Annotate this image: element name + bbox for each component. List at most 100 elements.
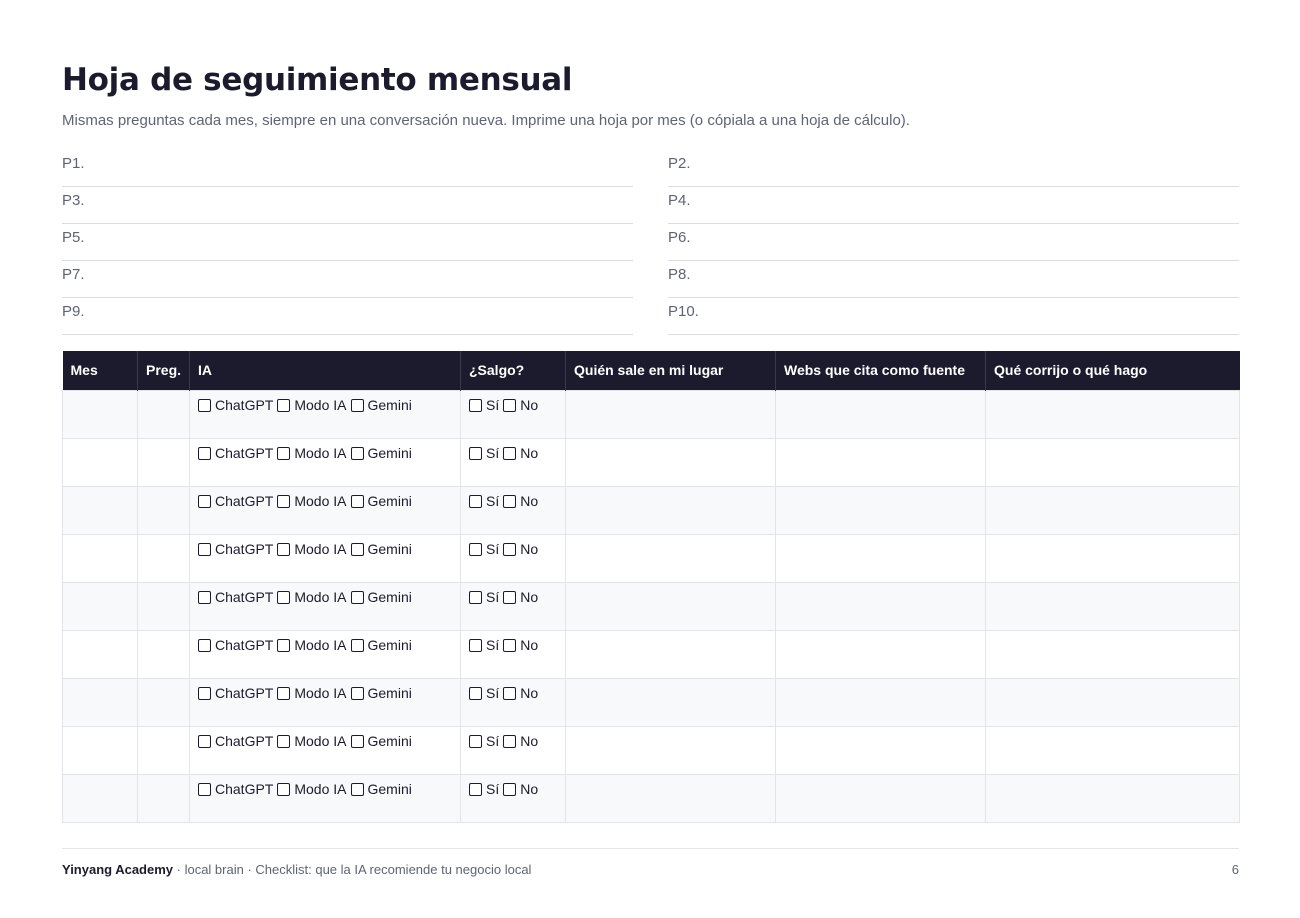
- checkbox[interactable]: [277, 782, 291, 796]
- cell-preg[interactable]: [137, 485, 190, 535]
- checkbox[interactable]: [350, 590, 364, 604]
- checkbox[interactable]: [469, 734, 482, 748]
- cell-que-corrijo[interactable]: [985, 485, 1240, 535]
- checkbox[interactable]: [198, 734, 211, 748]
- checkbox[interactable]: [198, 494, 211, 508]
- checkbox[interactable]: [469, 638, 482, 652]
- cell-que-corrijo[interactable]: [985, 581, 1240, 631]
- cell-preg[interactable]: [137, 437, 190, 487]
- checkbox[interactable]: [469, 590, 482, 604]
- checkbox[interactable]: [198, 782, 211, 796]
- cell-webs-fuente[interactable]: [775, 773, 986, 823]
- cell-webs-fuente[interactable]: [775, 389, 986, 439]
- checkbox[interactable]: [277, 446, 291, 460]
- cell-preg[interactable]: [137, 725, 190, 775]
- cell-quien-sale[interactable]: [565, 389, 776, 439]
- cell-quien-sale[interactable]: [565, 773, 776, 823]
- cell-que-corrijo[interactable]: [985, 437, 1240, 487]
- cell-mes[interactable]: [62, 629, 138, 679]
- checkbox[interactable]: [503, 398, 517, 412]
- checkbox[interactable]: [503, 686, 517, 700]
- cell-webs-fuente[interactable]: [775, 629, 986, 679]
- cell-mes[interactable]: [62, 389, 138, 439]
- checkbox[interactable]: [469, 686, 482, 700]
- checkbox[interactable]: [469, 398, 482, 412]
- cell-preg[interactable]: [137, 773, 190, 823]
- checkbox[interactable]: [503, 542, 517, 556]
- cell-quien-sale[interactable]: [565, 629, 776, 679]
- checkbox[interactable]: [350, 686, 364, 700]
- cell-webs-fuente[interactable]: [775, 437, 986, 487]
- cell-mes[interactable]: [62, 773, 138, 823]
- cell-mes[interactable]: [62, 485, 138, 535]
- cell-que-corrijo[interactable]: [985, 533, 1240, 583]
- checkbox[interactable]: [277, 542, 291, 556]
- cell-webs-fuente[interactable]: [775, 581, 986, 631]
- cell-quien-sale[interactable]: [565, 533, 776, 583]
- checkbox[interactable]: [350, 782, 364, 796]
- question-line-p2[interactable]: P2.: [668, 150, 1239, 187]
- cell-mes[interactable]: [62, 725, 138, 775]
- question-line-p4[interactable]: P4.: [668, 187, 1239, 224]
- question-line-p6[interactable]: P6.: [668, 224, 1239, 261]
- cell-mes[interactable]: [62, 437, 138, 487]
- checkbox[interactable]: [350, 398, 364, 412]
- question-line-p1[interactable]: P1.: [62, 150, 633, 187]
- checkbox[interactable]: [503, 638, 517, 652]
- checkbox[interactable]: [198, 590, 211, 604]
- cell-preg[interactable]: [137, 581, 190, 631]
- cell-mes[interactable]: [62, 677, 138, 727]
- checkbox[interactable]: [350, 542, 364, 556]
- question-line-p5[interactable]: P5.: [62, 224, 633, 261]
- checkbox[interactable]: [277, 638, 291, 652]
- cell-preg[interactable]: [137, 389, 190, 439]
- checkbox[interactable]: [277, 398, 291, 412]
- checkbox[interactable]: [350, 734, 364, 748]
- cell-que-corrijo[interactable]: [985, 389, 1240, 439]
- cell-quien-sale[interactable]: [565, 725, 776, 775]
- cell-preg[interactable]: [137, 677, 190, 727]
- cell-quien-sale[interactable]: [565, 581, 776, 631]
- cell-mes[interactable]: [62, 533, 138, 583]
- checkbox[interactable]: [469, 446, 482, 460]
- checkbox[interactable]: [198, 686, 211, 700]
- cell-quien-sale[interactable]: [565, 485, 776, 535]
- question-line-p8[interactable]: P8.: [668, 261, 1239, 298]
- cell-preg[interactable]: [137, 533, 190, 583]
- cell-quien-sale[interactable]: [565, 437, 776, 487]
- checkbox[interactable]: [503, 734, 517, 748]
- checkbox[interactable]: [350, 494, 364, 508]
- checkbox[interactable]: [198, 542, 211, 556]
- cell-que-corrijo[interactable]: [985, 773, 1240, 823]
- checkbox[interactable]: [350, 446, 364, 460]
- cell-webs-fuente[interactable]: [775, 485, 986, 535]
- checkbox[interactable]: [277, 590, 291, 604]
- checkbox[interactable]: [277, 686, 291, 700]
- question-line-p9[interactable]: P9.: [62, 298, 633, 335]
- cell-que-corrijo[interactable]: [985, 629, 1240, 679]
- question-line-p10[interactable]: P10.: [668, 298, 1239, 335]
- checkbox[interactable]: [469, 782, 482, 796]
- checkbox[interactable]: [503, 446, 517, 460]
- cell-webs-fuente[interactable]: [775, 725, 986, 775]
- checkbox[interactable]: [469, 542, 482, 556]
- cell-webs-fuente[interactable]: [775, 677, 986, 727]
- checkbox[interactable]: [503, 494, 517, 508]
- checkbox[interactable]: [198, 398, 211, 412]
- question-line-p3[interactable]: P3.: [62, 187, 633, 224]
- cell-preg[interactable]: [137, 629, 190, 679]
- cell-que-corrijo[interactable]: [985, 725, 1240, 775]
- checkbox[interactable]: [198, 638, 211, 652]
- checkbox[interactable]: [277, 494, 291, 508]
- checkbox[interactable]: [277, 734, 291, 748]
- cell-quien-sale[interactable]: [565, 677, 776, 727]
- checkbox[interactable]: [198, 446, 211, 460]
- checkbox[interactable]: [350, 638, 364, 652]
- question-line-p7[interactable]: P7.: [62, 261, 633, 298]
- cell-mes[interactable]: [62, 581, 138, 631]
- checkbox[interactable]: [503, 782, 517, 796]
- cell-que-corrijo[interactable]: [985, 677, 1240, 727]
- checkbox[interactable]: [503, 590, 517, 604]
- cell-webs-fuente[interactable]: [775, 533, 986, 583]
- checkbox[interactable]: [469, 494, 482, 508]
